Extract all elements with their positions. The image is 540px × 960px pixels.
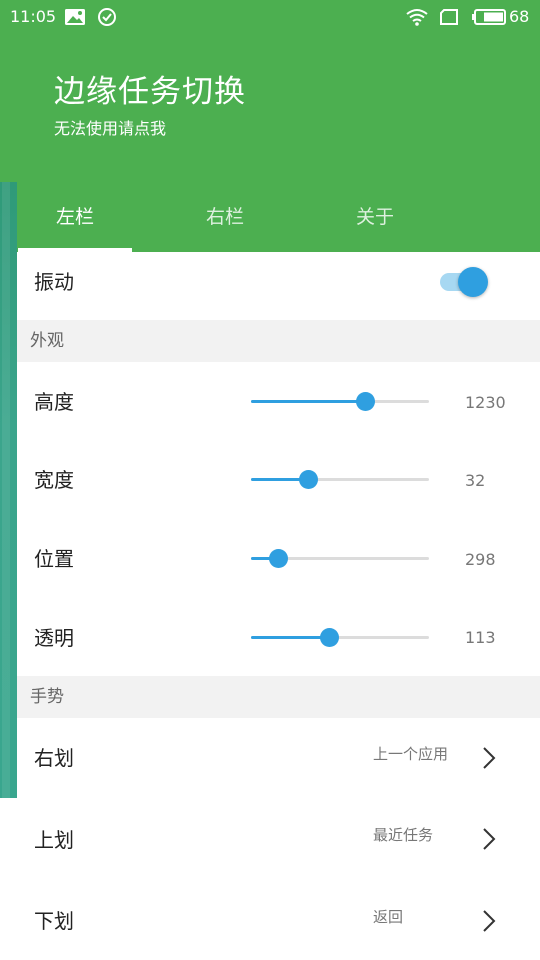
status-time: 11:05 [10,7,57,26]
slider-label: 透明 [34,626,74,650]
slider-row-opacity: 透明 113 [17,596,540,676]
section-title: 手势 [30,687,64,707]
opacity-slider[interactable] [251,628,429,648]
gesture-row-swipe-up[interactable]: 上划 最近任务 [17,798,540,880]
gesture-label: 上划 [34,828,74,852]
chevron-right-icon[interactable] [478,907,498,935]
slider-fill [251,400,365,403]
slider-value: 113 [465,628,496,647]
toggle-thumb [458,267,488,297]
width-slider[interactable] [251,470,429,490]
app-header[interactable]: 边缘任务切换 无法使用请点我 [0,34,540,182]
vibration-row[interactable]: 振动 [17,252,540,320]
tab-right-bar[interactable]: 右栏 [167,182,283,252]
slider-row-position: 位置 298 [17,518,540,596]
battery-icon [472,7,508,27]
sim-icon [439,7,461,27]
chevron-right-icon[interactable] [478,825,498,853]
chevron-right-icon[interactable] [478,744,498,772]
vibration-toggle[interactable] [440,267,490,297]
gesture-label: 下划 [34,909,74,933]
slider-label: 宽度 [34,468,74,492]
slider-knob[interactable] [299,470,318,489]
slider-value: 298 [465,550,496,569]
vibration-label: 振动 [34,270,74,294]
slider-fill [251,636,329,639]
slider-knob[interactable] [320,628,339,647]
help-link[interactable]: 无法使用请点我 [54,119,166,139]
tab-bar: 左栏 右栏 关于 [17,182,540,252]
check-circle-icon [97,7,117,27]
gesture-action-value: 上一个应用 [373,745,449,763]
position-slider[interactable] [251,549,429,569]
app-title: 边缘任务切换 [54,74,246,110]
slider-label: 高度 [34,390,74,414]
height-slider[interactable] [251,392,429,412]
tab-left-bar[interactable]: 左栏 [17,182,133,252]
gesture-row-swipe-right[interactable]: 右划 上一个应用 [17,718,540,798]
settings-list: 振动 外观 高度 1230 宽度 32 位置 298 透明 113 手势 右划 … [17,252,540,960]
battery-level: 68 [509,7,530,26]
slider-value: 32 [465,471,486,490]
section-header-gestures: 手势 [17,676,540,718]
wifi-icon [405,7,429,27]
edge-swipe-bar[interactable] [0,182,17,798]
slider-row-height: 高度 1230 [17,362,540,440]
gesture-row-swipe-down[interactable]: 下划 返回 [17,880,540,960]
image-icon [64,7,85,27]
slider-row-width: 宽度 32 [17,440,540,518]
tab-about[interactable]: 关于 [317,182,433,252]
slider-knob[interactable] [269,549,288,568]
slider-knob[interactable] [356,392,375,411]
status-bar: 11:05 68 [0,0,540,34]
gesture-label: 右划 [34,746,74,770]
section-header-appearance: 外观 [17,320,540,362]
slider-value: 1230 [465,393,506,412]
section-title: 外观 [30,331,64,351]
edge-bar-highlight [2,182,10,798]
gesture-action-value: 返回 [373,908,404,926]
gesture-action-value: 最近任务 [373,826,434,844]
slider-label: 位置 [34,547,74,571]
